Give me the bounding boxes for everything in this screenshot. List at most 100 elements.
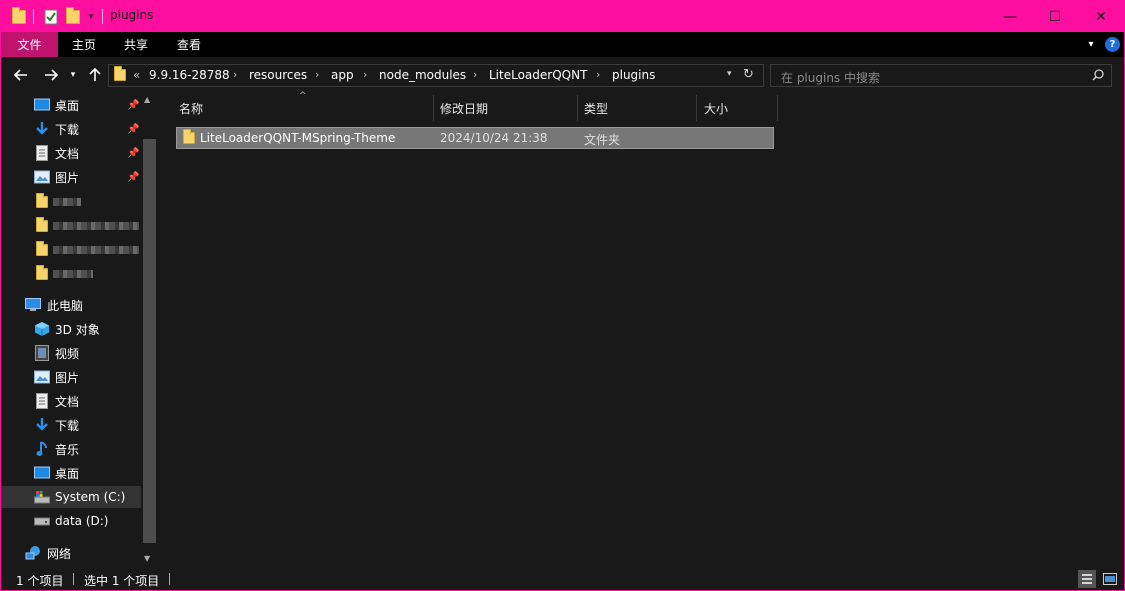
pin-icon[interactable]: 📌: [127, 100, 139, 111]
breadcrumb-separator[interactable]: ›: [315, 68, 319, 81]
redacted-label: [53, 222, 139, 230]
column-divider[interactable]: [696, 95, 697, 121]
refresh-icon[interactable]: ↻: [743, 67, 754, 82]
title-bar[interactable]: ▾ plugins — ☐ ✕: [1, 1, 1124, 32]
search-box[interactable]: 在 plugins 中搜索: [770, 64, 1112, 87]
file-type: 文件夹: [584, 133, 621, 147]
breadcrumb-plugins[interactable]: plugins: [612, 68, 655, 82]
nav-label: 文档: [55, 146, 80, 161]
breadcrumb-version[interactable]: 9.9.16-28788: [149, 68, 230, 82]
nav-music[interactable]: 音乐: [1, 438, 141, 460]
maximize-button[interactable]: ☐: [1032, 1, 1078, 32]
ribbon-tabs: 文件 主页 共享 查看 ▾ ?: [1, 32, 1124, 57]
nav-quick-redacted[interactable]: [1, 239, 141, 261]
address-folder-icon: [114, 66, 126, 81]
nav-label: 文档: [55, 394, 80, 409]
expand-ribbon-chevron-icon[interactable]: ▾: [1083, 32, 1099, 57]
desktop-icon: [34, 97, 50, 113]
column-header-size[interactable]: 大小: [704, 95, 774, 121]
pin-icon[interactable]: 📌: [127, 172, 139, 183]
nav-data-drive[interactable]: data (D:): [1, 510, 141, 532]
nav-label: 下载: [55, 122, 80, 137]
nav-label: 下载: [55, 418, 80, 433]
breadcrumb-separator[interactable]: ›: [596, 68, 600, 81]
status-bar: 1 个项目 选中 1 个项目: [1, 568, 1124, 590]
nav-quick-redacted[interactable]: [1, 215, 141, 237]
column-header-type[interactable]: 类型: [584, 95, 694, 121]
nav-quick-redacted[interactable]: [1, 263, 141, 285]
nav-3d-objects[interactable]: 3D 对象: [1, 318, 141, 340]
recent-locations-chevron-icon[interactable]: ▾: [67, 65, 79, 85]
title-separator: [102, 9, 103, 24]
nav-quick-documents[interactable]: 文档 📌: [1, 142, 141, 164]
nav-quick-desktop[interactable]: 桌面 📌: [1, 94, 141, 116]
nav-label: 图片: [55, 170, 80, 185]
tab-home[interactable]: 主页: [58, 32, 110, 57]
breadcrumb-node-modules[interactable]: node_modules: [379, 68, 466, 82]
document-icon: [34, 145, 50, 161]
nav-system-drive[interactable]: System (C:): [1, 486, 141, 508]
minimize-button[interactable]: —: [987, 1, 1033, 32]
download-icon: [34, 121, 50, 137]
nav-label: 桌面: [55, 98, 80, 113]
column-divider[interactable]: [777, 95, 778, 121]
nav-desktop[interactable]: 桌面: [1, 462, 141, 484]
column-divider[interactable]: [577, 95, 578, 121]
up-arrow-icon[interactable]: [86, 65, 104, 85]
folder-icon: [183, 129, 195, 144]
nav-quick-downloads[interactable]: 下载 📌: [1, 118, 141, 140]
tab-file[interactable]: 文件: [1, 32, 58, 57]
nav-network[interactable]: 网络: [1, 542, 141, 564]
nav-this-pc[interactable]: 此电脑: [1, 294, 141, 316]
nav-downloads[interactable]: 下载: [1, 414, 141, 436]
address-history-chevron-icon[interactable]: ▾: [727, 69, 732, 79]
nav-documents[interactable]: 文档: [1, 390, 141, 412]
folder-icon: [34, 217, 50, 234]
desktop-icon: [34, 465, 50, 481]
column-header-modified[interactable]: 修改日期: [440, 95, 580, 121]
folder-icon: [34, 241, 50, 258]
nav-videos[interactable]: 视频: [1, 342, 141, 364]
details-view-icon[interactable]: [1078, 570, 1096, 588]
download-icon: [34, 417, 50, 433]
nav-scroll-thumb[interactable]: [143, 139, 156, 543]
properties-icon[interactable]: [43, 1, 59, 32]
back-arrow-icon[interactable]: [11, 65, 31, 85]
breadcrumb-separator[interactable]: ›: [233, 68, 237, 81]
nav-label: 3D 对象: [55, 322, 100, 337]
search-icon[interactable]: [1092, 69, 1104, 81]
tab-share[interactable]: 共享: [110, 32, 162, 57]
search-placeholder[interactable]: 在 plugins 中搜索: [781, 69, 880, 86]
help-icon[interactable]: ?: [1105, 37, 1120, 52]
tab-view[interactable]: 查看: [162, 32, 216, 57]
address-overflow[interactable]: «: [133, 68, 140, 82]
nav-quick-redacted[interactable]: [1, 191, 141, 213]
nav-pictures[interactable]: 图片: [1, 366, 141, 388]
folder-app-icon[interactable]: [11, 1, 27, 32]
breadcrumb-liteloaderqqnt[interactable]: LiteLoaderQQNT: [489, 68, 587, 82]
pin-icon[interactable]: 📌: [127, 148, 139, 159]
breadcrumb-resources[interactable]: resources: [249, 68, 307, 82]
breadcrumb-separator[interactable]: ›: [363, 68, 367, 81]
breadcrumb-app[interactable]: app: [331, 68, 354, 82]
nav-label: 网络: [47, 546, 72, 561]
column-header-name[interactable]: 名称: [179, 95, 434, 121]
large-icons-view-icon[interactable]: [1101, 570, 1119, 588]
nav-quick-pictures[interactable]: 图片 📌: [1, 166, 141, 188]
navigation-pane: 桌面 📌 下载 📌 文档 📌 图片 📌 此电脑 3D 对象 视频 图片 文档 下…: [1, 91, 159, 568]
redacted-label: [53, 246, 139, 254]
column-divider[interactable]: [433, 95, 434, 121]
pin-icon[interactable]: 📌: [127, 124, 139, 135]
status-item-count: 1 个项目: [16, 574, 64, 588]
close-button[interactable]: ✕: [1078, 1, 1124, 32]
forward-arrow-icon[interactable]: [41, 65, 61, 85]
breadcrumb-separator[interactable]: ›: [473, 68, 477, 81]
address-bar[interactable]: « 9.9.16-28788 › resources › app › node_…: [108, 64, 764, 87]
table-row[interactable]: LiteLoaderQQNT-MSpring-Theme 2024/10/24 …: [176, 127, 774, 149]
new-folder-icon[interactable]: [65, 1, 81, 32]
scroll-up-icon[interactable]: ▲: [144, 95, 150, 104]
file-name[interactable]: LiteLoaderQQNT-MSpring-Theme: [200, 131, 395, 145]
customize-toolbar-chevron-icon[interactable]: ▾: [85, 1, 97, 32]
nav-label: 此电脑: [47, 298, 84, 313]
scroll-down-icon[interactable]: ▼: [144, 554, 150, 563]
